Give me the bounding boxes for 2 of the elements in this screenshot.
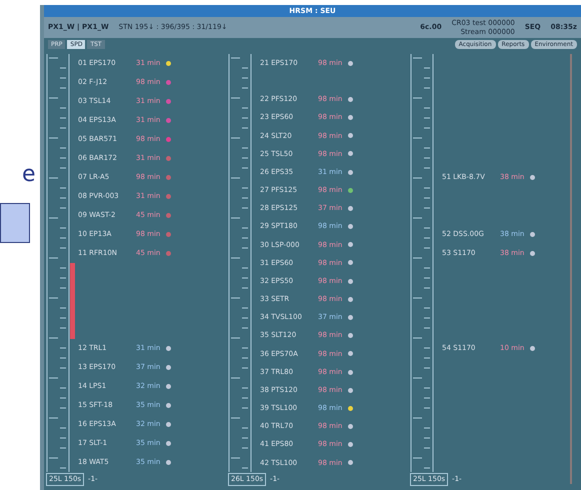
slide-box xyxy=(0,203,30,243)
slide-text: e xyxy=(22,161,37,189)
